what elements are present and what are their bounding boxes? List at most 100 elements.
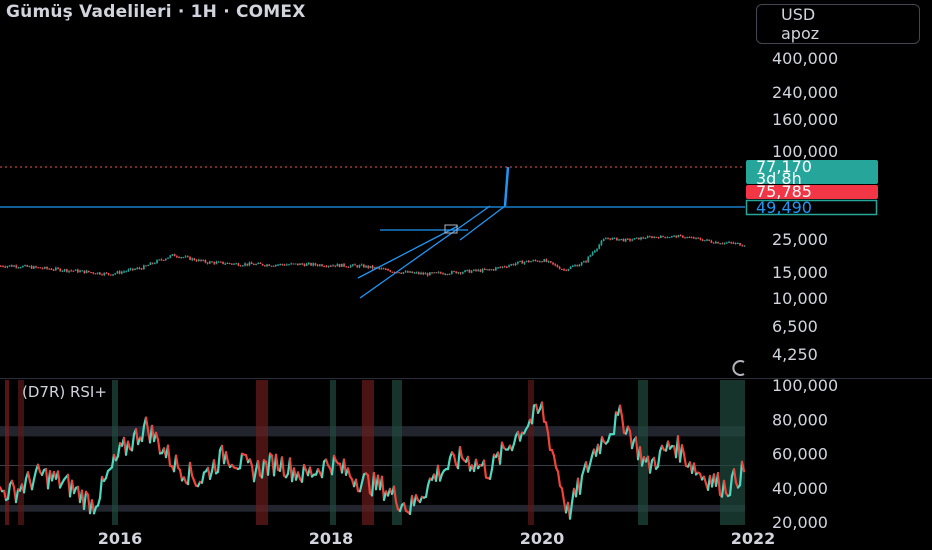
price-candle [81, 270, 84, 272]
price-candle [455, 271, 458, 274]
price-tick-label: 25,000 [772, 230, 828, 249]
price-candle [591, 252, 594, 256]
price-candle [602, 239, 605, 242]
rsi-line-segment [178, 468, 184, 482]
price-candle [578, 264, 581, 267]
price-candle [446, 274, 449, 276]
trend-line-upper [357, 225, 459, 279]
price-candle [349, 265, 352, 268]
rsi-line-segment [188, 461, 194, 477]
price-candle [39, 267, 42, 269]
price-candle [354, 264, 356, 266]
price-candle [695, 237, 697, 239]
price-candle [52, 269, 55, 271]
price-candle [598, 244, 601, 249]
rsi-line-segment [424, 484, 430, 499]
price-candle [290, 263, 293, 265]
price-candle [492, 269, 495, 271]
price-candle [479, 269, 482, 272]
price-candle [279, 263, 282, 265]
price-candle [596, 248, 598, 251]
rsi-line-segment [452, 454, 458, 466]
price-candle [162, 259, 165, 261]
price-candle [715, 241, 717, 244]
price-candle [255, 263, 257, 265]
price-candle [444, 274, 447, 276]
price-candle [688, 236, 691, 238]
price-candle [305, 263, 308, 266]
price-candle [466, 269, 469, 271]
price-candle [501, 266, 504, 268]
price-candle [411, 271, 414, 274]
price-candle [734, 243, 737, 245]
indicator-title[interactable]: (D7R) RSI+ [22, 383, 107, 401]
price-candle [433, 272, 436, 274]
rsi-line-segment [354, 478, 360, 493]
currency-selector[interactable]: USD apoz [756, 4, 920, 44]
price-candle [341, 263, 343, 267]
rsi-line-segment [56, 470, 62, 489]
price-candle [481, 268, 484, 272]
price-candle [666, 237, 669, 239]
price-candle [653, 236, 656, 238]
price-candle [198, 259, 200, 262]
price-candle [642, 237, 645, 239]
price-candle [222, 261, 224, 264]
time-tick-label: 2018 [309, 529, 354, 548]
price-candle [704, 240, 706, 242]
price-candle [697, 237, 700, 239]
rsi-line-segment [346, 467, 352, 478]
rsi-line-segment [200, 471, 206, 484]
rsi-line-segment [458, 445, 464, 459]
price-candle [217, 261, 220, 263]
price-candle [374, 267, 376, 269]
price-candle [723, 242, 726, 244]
price-candle [0, 265, 2, 267]
rsi-axis[interactable]: 100,000 80,000 60,000 40,000 20,000 [772, 376, 838, 532]
price-candle [418, 272, 420, 274]
price-candle [710, 240, 713, 243]
rsi-pane[interactable] [0, 380, 746, 525]
price-candle [28, 266, 31, 268]
price-candle [332, 265, 334, 267]
price-candle [204, 260, 207, 263]
price-candle [503, 266, 506, 268]
price-candle [231, 263, 233, 265]
price-candle [323, 266, 326, 268]
price-candle [145, 265, 147, 267]
price-candle [611, 237, 614, 240]
price-candle [706, 239, 708, 241]
price-candle [660, 235, 662, 239]
price-candle [176, 256, 178, 258]
rsi-line-segment [578, 474, 584, 495]
price-candle [79, 270, 81, 273]
rsi-signal-column [18, 380, 24, 525]
price-candle [275, 264, 277, 266]
price-candle [565, 269, 568, 271]
price-candle [336, 264, 339, 267]
price-candle [37, 267, 40, 269]
price-candle [107, 273, 110, 275]
price-candle [572, 265, 574, 267]
price-candle [624, 238, 627, 242]
scroll-icon[interactable] [732, 360, 745, 376]
price-candle [112, 274, 114, 276]
price-candle [457, 272, 460, 274]
price-tick-label: 240,000 [772, 83, 838, 102]
price-candle [259, 262, 262, 264]
price-tick-label: 4,250 [772, 345, 818, 364]
price-candle [508, 265, 510, 267]
price-candle [184, 256, 187, 258]
price-candle [541, 261, 543, 263]
price-candle [726, 242, 728, 244]
price-candle [484, 268, 486, 270]
price-candle [173, 254, 176, 257]
price-candle [303, 264, 306, 266]
price-candle [211, 261, 213, 263]
price-candle [431, 272, 433, 274]
price-candle [294, 263, 297, 265]
price-candle [15, 265, 18, 268]
price-candle [261, 263, 264, 266]
price-pane[interactable] [0, 166, 746, 299]
price-candle [283, 264, 286, 266]
